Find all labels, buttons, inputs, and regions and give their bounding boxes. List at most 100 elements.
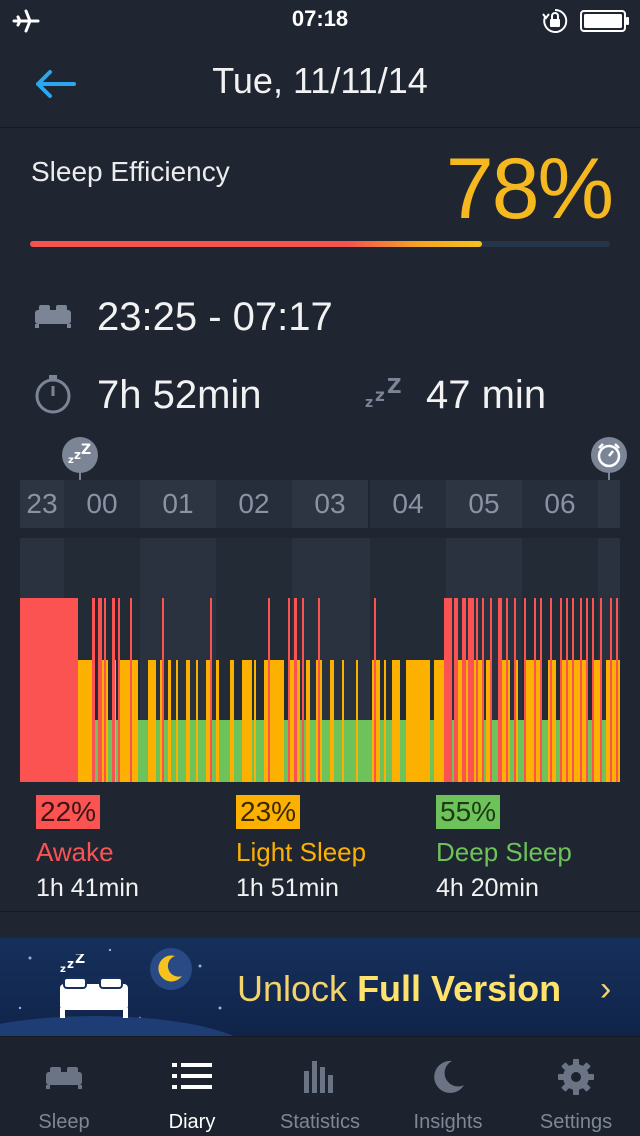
phase-bar-light [78, 660, 94, 782]
tab-diary[interactable]: Diary [128, 1037, 256, 1136]
phase-bar-awake [534, 598, 536, 782]
tab-settings[interactable]: Settings [512, 1037, 640, 1136]
phase-bar-awake [302, 598, 304, 782]
tab-statistics-label: Statistics [279, 1111, 361, 1133]
bar-chart-icon [304, 1061, 333, 1093]
phase-bar-light [434, 660, 444, 782]
sleep-chart-svg [20, 538, 620, 782]
phase-bar-light [562, 660, 580, 782]
alarm-clock-icon [591, 437, 627, 473]
deep-sleep-label: Deep Sleep [436, 837, 572, 867]
phase-bar-awake [592, 598, 594, 782]
phase-bar-light [330, 660, 334, 782]
phase-bar-awake [112, 598, 115, 782]
nav-bar: Tue, 11/11/14 [0, 40, 640, 128]
phase-bar-light [392, 660, 400, 782]
phase-bar-light [264, 660, 284, 782]
svg-text:z: z [365, 395, 373, 411]
unlock-full-version-banner[interactable]: z z Z Unlock Full Version › [0, 938, 640, 1036]
tab-sleep-label: Sleep [38, 1111, 90, 1133]
svg-text:Z: Z [81, 442, 91, 458]
hour-axis: 230001020304050607 [20, 480, 620, 528]
phase-bar-awake [514, 598, 516, 782]
hour-label-00: 00 [64, 480, 140, 528]
phase-bar-light [230, 660, 234, 782]
phase-bar-awake [98, 598, 102, 782]
phase-bar-awake [616, 598, 618, 782]
bed-icon [35, 305, 71, 328]
promo-text: Unlock Full Version [237, 968, 561, 1010]
phase-bar-awake [92, 598, 95, 782]
phase-bar-awake [498, 598, 502, 782]
stat-light-sleep: 23% Light Sleep 1h 51min [236, 795, 436, 903]
phase-bar-awake [476, 598, 478, 782]
phase-bar-light [196, 660, 198, 782]
phase-bar-light [242, 660, 252, 782]
phase-bar-awake [104, 598, 106, 782]
phase-bar-awake [468, 598, 474, 782]
moon-badge-icon [150, 948, 192, 990]
phase-bar-awake [580, 598, 582, 782]
deep-sleep-percent: 55% [436, 795, 501, 829]
hour-label-02: 02 [216, 480, 292, 528]
phase-bar-awake [506, 598, 508, 782]
phase-bar-light [406, 660, 430, 782]
phase-bar-awake [374, 598, 376, 782]
phase-bar-light [384, 660, 386, 782]
status-bar: 07:18 [0, 0, 640, 40]
hour-label-06: 06 [522, 480, 598, 528]
phase-bar-awake [162, 598, 164, 782]
chevron-right-icon: › [600, 970, 612, 1008]
phase-bar-awake [130, 598, 132, 782]
sleep-phase-chart [20, 538, 620, 782]
hour-label-07: 07 [598, 480, 620, 528]
divider [0, 911, 640, 912]
phase-bar-awake [462, 598, 466, 782]
hour-label-04: 04 [370, 480, 446, 528]
svg-text:Z: Z [387, 374, 402, 398]
deep-sleep-duration: 4h 20min [436, 874, 539, 902]
sleep-duration: 7h 52min [97, 373, 262, 417]
phase-bar-awake [560, 598, 562, 782]
promo-highlight: Full Version [357, 968, 562, 1009]
sleep-time-range: 23:25 - 07:17 [97, 295, 333, 339]
phase-bar-light [160, 660, 162, 782]
stopwatch-icon [35, 375, 71, 414]
svg-text:Z: Z [75, 954, 85, 967]
light-sleep-percent: 23% [236, 795, 301, 829]
phase-bar-awake [610, 598, 612, 782]
svg-text:z: z [67, 957, 74, 971]
phase-bar-awake [294, 598, 297, 782]
battery-icon [580, 10, 629, 32]
phase-bar-awake [524, 598, 526, 782]
svg-text:z: z [60, 964, 66, 975]
phase-bar-awake [550, 598, 552, 782]
awake-percent: 22% [36, 795, 101, 829]
phase-bar-light [254, 660, 256, 782]
tab-insights[interactable]: Insights [384, 1037, 512, 1136]
tab-insights-label: Insights [413, 1111, 483, 1133]
rotation-lock-icon [542, 8, 568, 33]
phase-bar-awake [210, 598, 212, 782]
bed-illustration-icon: z z Z [60, 954, 128, 1018]
phase-bar-awake [20, 598, 78, 782]
efficiency-bar-fill [30, 241, 483, 247]
tab-statistics[interactable]: Statistics [256, 1037, 384, 1136]
light-sleep-label: Light Sleep [236, 837, 367, 867]
zzz-icon: z z Z [365, 374, 402, 411]
hour-label-03: 03 [292, 480, 368, 528]
bed-icon [46, 1067, 82, 1089]
tab-settings-label: Settings [539, 1111, 613, 1133]
tab-sleep[interactable]: Sleep [0, 1037, 128, 1136]
phase-bar-awake [600, 598, 602, 782]
phase-bar-light [148, 660, 156, 782]
phase-bar-light [306, 660, 310, 782]
phase-bar-awake [318, 598, 320, 782]
efficiency-bar [30, 241, 610, 247]
phase-bar-light [120, 660, 138, 782]
tab-diary-label: Diary [168, 1111, 216, 1133]
efficiency-label: Sleep Efficiency [31, 156, 230, 187]
phase-bar-awake [586, 598, 588, 782]
phase-bar-light [206, 660, 210, 782]
phase-bar-light [168, 660, 171, 782]
